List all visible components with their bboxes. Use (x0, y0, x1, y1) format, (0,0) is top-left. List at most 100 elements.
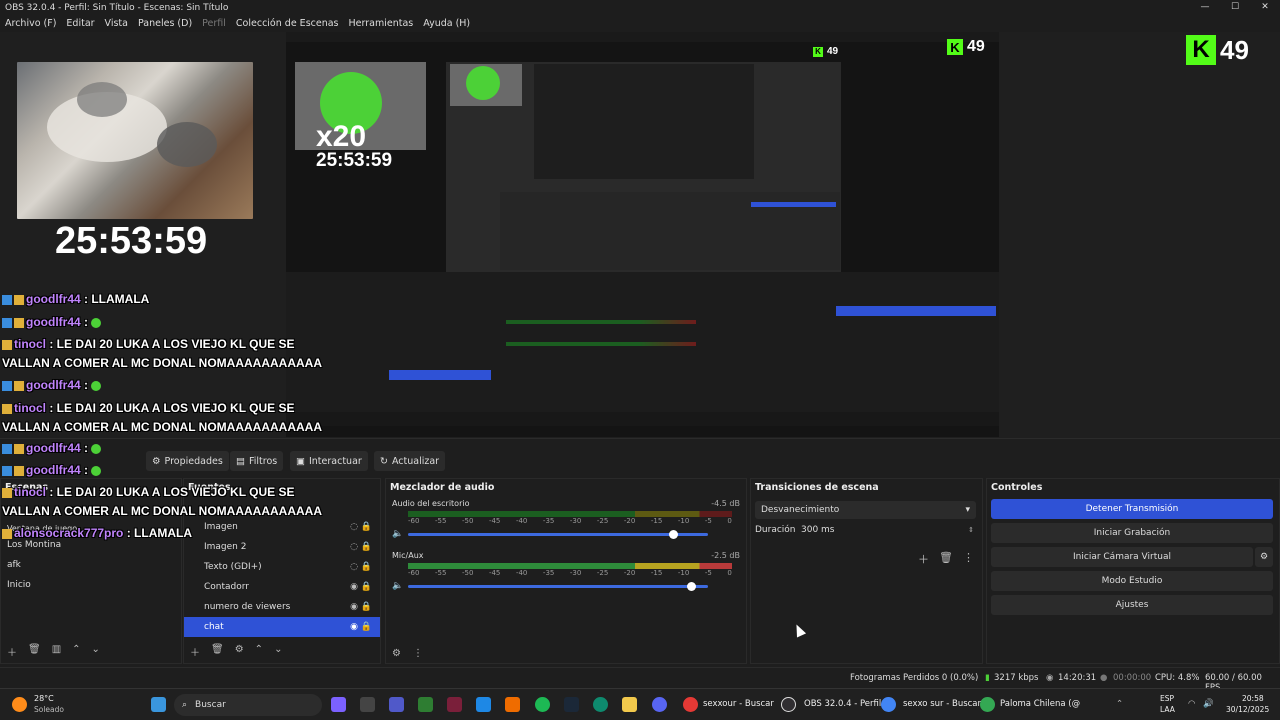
menu-vista[interactable]: Vista (100, 18, 133, 29)
menu-herramientas[interactable]: Herramientas (344, 18, 419, 29)
more-icon[interactable]: ⋮ (413, 648, 423, 659)
chat-line: VALLAN A COMER AL MC DONAL NOMAAAAAAAAAA… (2, 356, 322, 370)
duration-input[interactable]: 300 ms (801, 525, 968, 535)
lock-icon[interactable]: 🔒 (361, 602, 372, 612)
menu-coleccion[interactable]: Colección de Escenas (231, 18, 344, 29)
spotify-icon[interactable] (535, 697, 550, 712)
refresh-button[interactable]: ↻ Actualizar (374, 451, 446, 471)
down-icon[interactable]: ⌄ (92, 644, 100, 659)
app-icon[interactable] (447, 697, 462, 712)
stop-stream-button[interactable]: Detener Transmisión (991, 499, 1273, 519)
eye-icon[interactable]: ◉ (350, 582, 358, 592)
menu-ayuda[interactable]: Ayuda (H) (418, 18, 475, 29)
interact-button[interactable]: ▣ Interactuar (290, 451, 368, 471)
filters-button[interactable]: ▤ Filtros (230, 451, 284, 471)
clock-date[interactable]: 30/12/2025 (1226, 705, 1269, 714)
lock-icon[interactable]: 🔒 (361, 622, 372, 632)
scene-item[interactable]: Inicio (1, 575, 181, 595)
eye-hidden-icon[interactable]: ◌ (350, 562, 358, 572)
volume-knob[interactable] (687, 581, 696, 591)
more-icon[interactable]: ⋮ (963, 551, 974, 567)
lock-icon[interactable]: 🔒 (361, 562, 372, 572)
close-button[interactable]: ✕ (1250, 0, 1280, 15)
wifi-icon[interactable]: ◠ (1188, 699, 1195, 709)
lock-icon[interactable]: 🔒 (361, 522, 372, 532)
add-source-icon[interactable]: ＋ (190, 644, 200, 659)
volume-slider[interactable] (408, 529, 708, 539)
transitions-dock: Transiciones de escena Desvanecimiento ▾ … (750, 478, 983, 664)
studio-mode-button[interactable]: Modo Estudio (991, 571, 1273, 591)
stepper-icon[interactable]: ⇕ (968, 526, 974, 534)
chrome-icon[interactable] (881, 697, 896, 712)
taskbar-app-label[interactable]: OBS 32.0.4 - Perfil (804, 699, 881, 709)
nested-timer-text: 25:53:59 (316, 150, 393, 171)
taskbar-app-label[interactable]: sexxo sur - Buscar (903, 699, 981, 709)
lang-indicator[interactable]: ESP (1160, 694, 1174, 703)
virtual-camera-settings-icon[interactable]: ⚙ (1255, 547, 1273, 567)
add-icon[interactable]: ＋ (918, 551, 929, 567)
browser-icon[interactable] (683, 697, 698, 712)
properties-button[interactable]: ⚙ Propiedades (146, 451, 229, 471)
trash-icon[interactable]: 🗑 (211, 644, 224, 659)
mixer-settings-icon[interactable]: ⚙ (392, 648, 401, 659)
chat-line: VALLAN A COMER AL MC DONAL NOMAAAAAAAAAA… (2, 420, 322, 434)
source-item[interactable]: numero de viewers ◉ 🔒 (184, 597, 380, 617)
preview-canvas[interactable]: 25:53:59 x20 25:53:59 K 49 K 49 K 49 goodlf… (0, 32, 1280, 438)
app-icon[interactable] (476, 697, 491, 712)
menu-paneles[interactable]: Paneles (D) (133, 18, 197, 29)
lock-icon[interactable]: 🔒 (361, 582, 372, 592)
virtual-camera-button[interactable]: Iniciar Cámara Virtual (991, 547, 1253, 567)
chrome-icon[interactable] (980, 697, 995, 712)
transition-select[interactable]: Desvanecimiento ▾ (755, 501, 976, 519)
eye-hidden-icon[interactable]: ◌ (350, 522, 358, 532)
edge-icon[interactable] (593, 697, 608, 712)
folder-icon[interactable] (622, 697, 637, 712)
weather-icon[interactable] (12, 697, 27, 712)
windows-start-icon[interactable] (151, 697, 166, 712)
menu-editar[interactable]: Editar (61, 18, 99, 29)
taskbar-app-label[interactable]: sexxour - Buscar (703, 699, 774, 709)
eye-icon[interactable]: ◉ (350, 622, 358, 632)
taskview-icon[interactable] (360, 697, 375, 712)
copilot-icon[interactable] (331, 697, 346, 712)
teams-icon[interactable] (389, 697, 404, 712)
steam-icon[interactable] (564, 697, 579, 712)
source-item[interactable]: Texto (GDI+) ◌ 🔒 (184, 557, 380, 577)
settings-button[interactable]: Ajustes (991, 595, 1273, 615)
taskbar-app-label[interactable]: Paloma Chilena (@ (1000, 699, 1080, 709)
speaker-icon[interactable]: 🔈 (392, 529, 408, 539)
source-item[interactable]: Imagen ◌ 🔒 (184, 517, 380, 537)
lang-indicator-2[interactable]: LAA (1160, 705, 1175, 714)
source-item[interactable]: Contadorr ◉ 🔒 (184, 577, 380, 597)
volume-knob[interactable] (669, 529, 678, 539)
chevron-up-icon[interactable]: ⌃ (1116, 699, 1123, 709)
app-icon[interactable] (505, 697, 520, 712)
app-icon[interactable] (418, 697, 433, 712)
add-scene-icon[interactable]: ＋ (7, 644, 17, 659)
source-item-selected[interactable]: chat ◉ 🔒 (184, 617, 380, 637)
minimize-button[interactable]: — (1190, 0, 1220, 15)
start-recording-button[interactable]: Iniciar Grabación (991, 523, 1273, 543)
up-icon[interactable]: ⌃ (255, 644, 263, 659)
eye-hidden-icon[interactable]: ◌ (350, 542, 358, 552)
clock-time[interactable]: 20:58 (1242, 694, 1264, 703)
lock-icon[interactable]: 🔒 (361, 542, 372, 552)
trash-icon[interactable]: 🗑 (939, 551, 953, 567)
up-icon[interactable]: ⌃ (72, 644, 80, 659)
maximize-button[interactable]: ☐ (1220, 0, 1250, 15)
volume-slider[interactable] (408, 581, 708, 591)
scene-item[interactable]: afk (1, 555, 181, 575)
trash-icon[interactable]: 🗑 (28, 644, 41, 659)
source-item[interactable]: Imagen 2 ◌ 🔒 (184, 537, 380, 557)
scene-filter-icon[interactable]: ▥ (52, 644, 61, 659)
speaker-icon[interactable]: 🔈 (392, 581, 408, 591)
menu-archivo[interactable]: Archivo (F) (0, 18, 61, 29)
volume-icon[interactable]: 🔊 (1203, 699, 1214, 709)
eye-icon[interactable]: ◉ (350, 602, 358, 612)
settings-icon[interactable]: ⚙ (235, 644, 244, 659)
down-icon[interactable]: ⌄ (274, 644, 282, 659)
discord-icon[interactable] (652, 697, 667, 712)
taskbar-search[interactable]: ⌕ Buscar (174, 694, 322, 716)
obs-icon[interactable] (781, 697, 796, 712)
menu-perfil[interactable]: Perfil (197, 18, 231, 29)
